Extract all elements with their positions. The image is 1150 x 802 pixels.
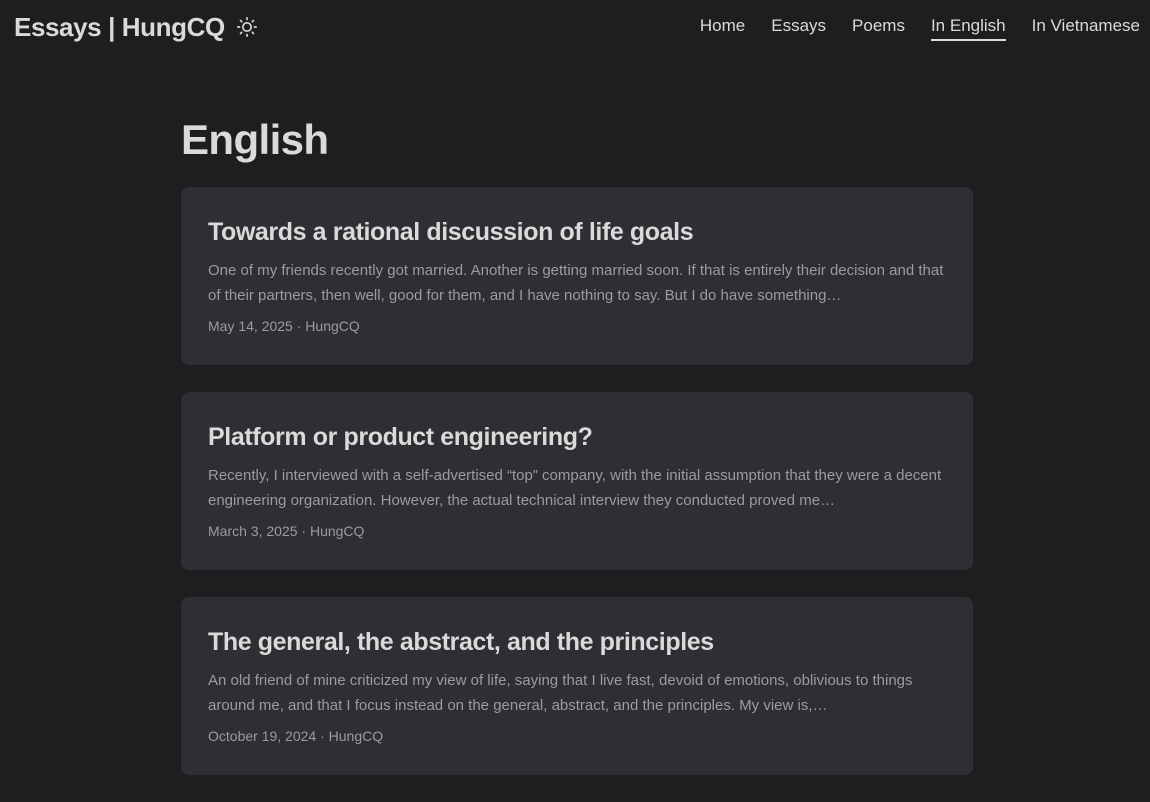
post-date: March 3, 2025 <box>208 523 298 539</box>
site-logo-link[interactable]: Essays | HungCQ <box>14 11 258 43</box>
theme-toggle-button[interactable] <box>236 16 258 38</box>
post-author: HungCQ <box>309 523 365 539</box>
nav-item-home[interactable]: Home <box>700 14 745 41</box>
post-list: Towards a rational discussion of life go… <box>181 187 973 775</box>
post-date: October 19, 2024 <box>208 728 317 744</box>
nav-item-essays[interactable]: Essays <box>771 14 826 41</box>
post-excerpt: One of my friends recently got married. … <box>208 262 944 304</box>
post-author: HungCQ <box>305 318 360 334</box>
post-author: HungCQ <box>328 728 384 744</box>
site-title: Essays | HungCQ <box>14 12 225 42</box>
post-date: May 14, 2025 <box>208 318 293 334</box>
post-excerpt: An old friend of mine criticized my view… <box>208 672 913 714</box>
post-card[interactable]: The general, the abstract, and the princ… <box>181 597 973 775</box>
site-header: Essays | HungCQ Home Essays Poems In Eng… <box>0 0 1150 54</box>
post-title[interactable]: Platform or product engineering? <box>208 419 946 455</box>
post-meta: October 19, 2024 · HungCQ <box>208 728 384 744</box>
nav-item-poems[interactable]: Poems <box>852 14 905 41</box>
post-meta: May 14, 2025 · HungCQ <box>208 318 360 334</box>
main-nav: Home Essays Poems In English In Vietname… <box>700 14 1140 41</box>
page-title: English <box>181 116 329 163</box>
sun-icon <box>236 17 257 37</box>
nav-item-in-english[interactable]: In English <box>930 14 1006 41</box>
post-card[interactable]: Towards a rational discussion of life go… <box>181 187 973 365</box>
nav-item-in-vietnamese[interactable]: In Vietnamese <box>1032 14 1140 41</box>
post-title[interactable]: The general, the abstract, and the princ… <box>208 624 946 660</box>
post-meta: March 3, 2025 · HungCQ <box>208 523 365 539</box>
main-content: English Towards a rational discussion of… <box>181 112 973 802</box>
post-card[interactable]: Platform or product engineering? Recentl… <box>181 392 973 570</box>
post-title[interactable]: Towards a rational discussion of life go… <box>208 214 946 250</box>
post-excerpt: Recently, I interviewed with a self-adve… <box>208 467 942 509</box>
